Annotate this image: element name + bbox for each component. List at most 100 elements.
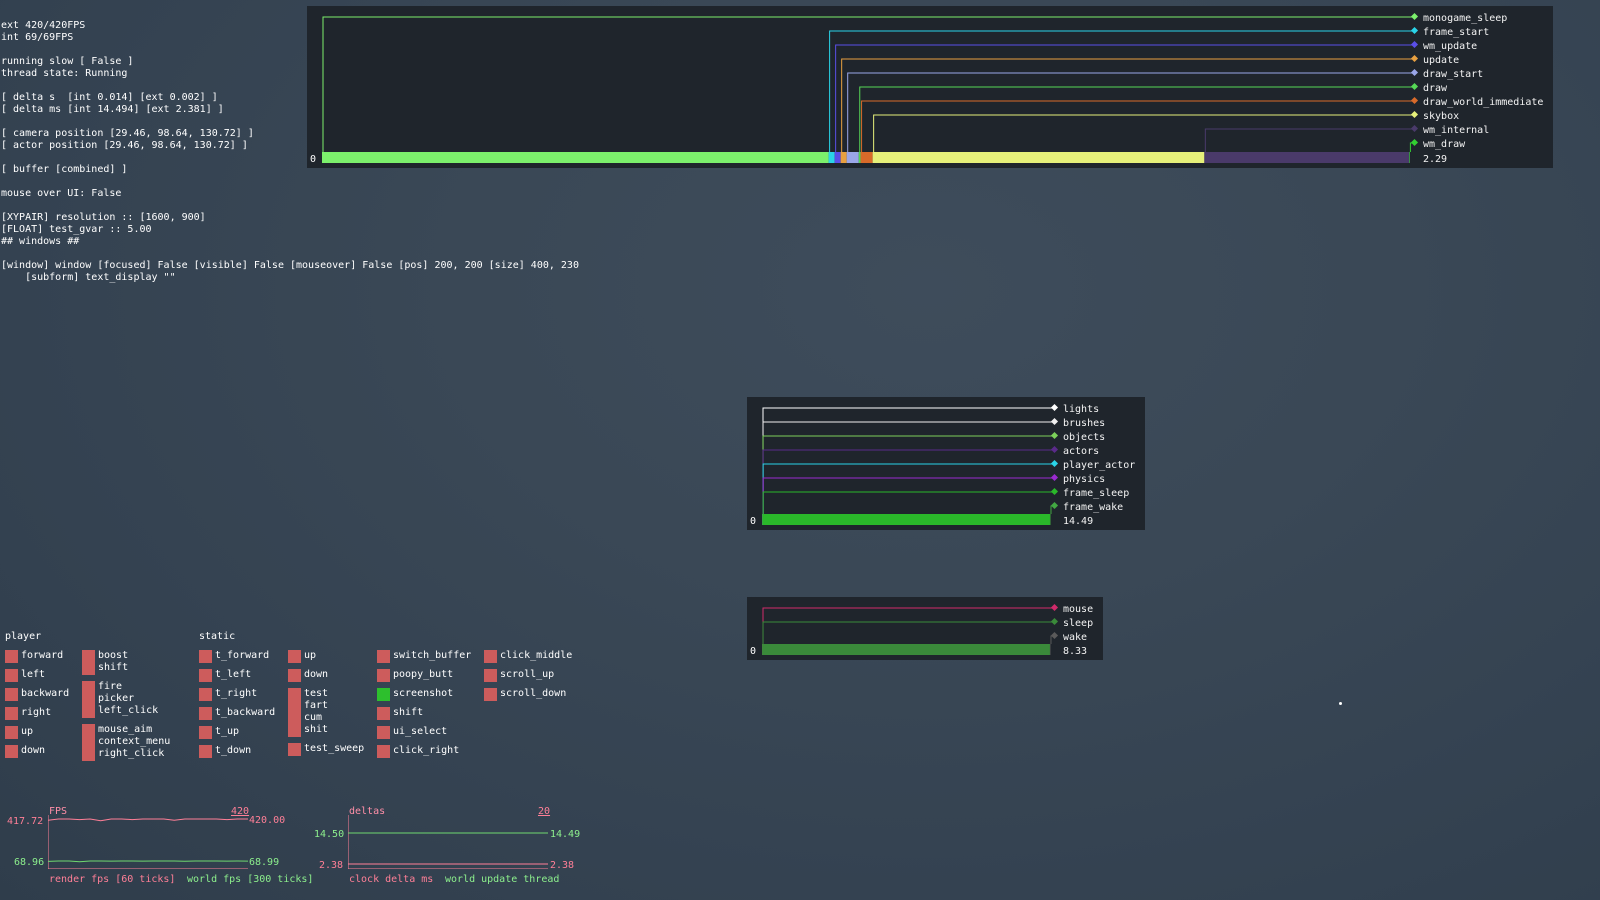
binding-state-indicator xyxy=(199,726,212,739)
legend-marker-draw_world_immediate xyxy=(1410,96,1419,105)
leader-line-frame_start xyxy=(829,30,1415,152)
binding-t_forward: t_forward xyxy=(199,650,269,663)
deltas-graph-top-right: 14.49 xyxy=(550,829,581,840)
binding-state-indicator xyxy=(199,669,212,682)
leader-line-frame_sleep xyxy=(762,491,1055,514)
binding-state-indicator xyxy=(288,669,301,682)
legend-label-wake: wake xyxy=(1063,632,1087,643)
total-label: 14.49 xyxy=(1063,516,1093,527)
binding-state-indicator xyxy=(484,669,497,682)
binding-label: down xyxy=(304,669,329,680)
legend-label-frame_start: frame_start xyxy=(1423,27,1489,38)
deltas-graph-bottom-left: 2.38 xyxy=(319,860,344,871)
leader-line-objects xyxy=(762,435,1055,514)
legend-label-actors: actors xyxy=(1063,446,1099,457)
input-profiler-graph: 0 mouse sleep wake 8.33 xyxy=(750,603,1093,657)
binding-state-indicator xyxy=(82,650,95,675)
binding-state-indicator xyxy=(377,707,390,720)
legend-marker-mouse xyxy=(1050,603,1059,612)
frame-profiler-panel: 0 monogame_sleep frame_start wm_update updat… xyxy=(307,6,1553,168)
deltas-axis xyxy=(348,815,548,869)
legend-label-draw_world_immediate: draw_world_immediate xyxy=(1423,97,1543,108)
binding-boost: boost shift xyxy=(82,650,128,675)
leader-line-lights xyxy=(762,407,1055,514)
static-section-title: static xyxy=(199,631,236,642)
leader-line-mouse xyxy=(762,607,1055,644)
legend-label-frame_wake: frame_wake xyxy=(1063,502,1123,513)
fps-legend-world: world fps [300 ticks] xyxy=(187,874,314,885)
render-fps-line xyxy=(48,818,248,822)
binding-state-indicator xyxy=(199,688,212,701)
bar-segment-wm_update xyxy=(834,152,841,163)
mouse-cursor xyxy=(1339,702,1342,705)
binding-label: right xyxy=(21,707,52,718)
legend-marker-update xyxy=(1410,54,1419,63)
legend-label-wm_update: wm_update xyxy=(1423,41,1477,52)
debug-line xyxy=(1,248,579,260)
legend-label-sleep: sleep xyxy=(1063,618,1093,629)
legend-marker-draw_start xyxy=(1410,68,1419,77)
binding-label: forward xyxy=(21,650,64,661)
zero-label: 0 xyxy=(310,154,316,165)
legend-marker-frame_sleep xyxy=(1050,487,1059,496)
binding-down: down xyxy=(288,669,328,682)
player-section-title: player xyxy=(5,631,42,642)
debug-line: [window] window [focused] False [visible… xyxy=(1,260,579,271)
legend-label-draw_start: draw_start xyxy=(1423,69,1483,80)
debug-line xyxy=(1,200,579,212)
binding-state-indicator xyxy=(288,743,301,756)
leader-line-draw xyxy=(859,86,1415,152)
legend-label-wm_internal: wm_internal xyxy=(1423,125,1489,136)
legend-marker-wake xyxy=(1050,631,1059,640)
total-label: 2.29 xyxy=(1423,154,1447,165)
binding-state-indicator xyxy=(377,688,390,701)
binding-state-indicator xyxy=(5,688,18,701)
binding-right: right xyxy=(5,707,51,720)
binding-state-indicator xyxy=(377,669,390,682)
binding-label: click_right xyxy=(393,745,460,756)
debug-line: [XYPAIR] resolution :: [1600, 900] xyxy=(1,212,206,223)
fps-graph-top-right: 420.00 xyxy=(249,815,286,826)
binding-label: t_right xyxy=(215,688,258,699)
binding-left: left xyxy=(5,669,45,682)
binding-state-indicator xyxy=(377,726,390,739)
binding-state-indicator xyxy=(199,707,212,720)
bar-segment-skybox xyxy=(872,152,1205,163)
binding-switch_buffer: switch_buffer xyxy=(377,650,471,663)
binding-click_middle: click_middle xyxy=(484,650,572,663)
leader-line-draw_world_immediate xyxy=(861,100,1415,152)
legend-label-objects: objects xyxy=(1063,432,1105,443)
binding-t_up: t_up xyxy=(199,726,239,739)
binding-state-indicator xyxy=(288,688,301,737)
legend-marker-frame_wake xyxy=(1050,501,1059,510)
leader-line-wm_internal xyxy=(1204,128,1415,152)
binding-label: boost shift xyxy=(98,650,129,673)
binding-label: shift xyxy=(393,707,424,718)
binding-poopy_butt: poopy_butt xyxy=(377,669,453,682)
leader-line-wm_update xyxy=(835,44,1415,152)
fps-legend-render: render fps [60 ticks] xyxy=(49,874,176,885)
leader-line-actors xyxy=(762,449,1055,514)
binding-shift: shift xyxy=(377,707,423,720)
fps-graph-bottom-right: 68.99 xyxy=(249,857,280,868)
deltas-legend-clock: clock delta ms xyxy=(349,874,434,885)
binding-label: fire picker left_click xyxy=(98,681,159,716)
fps-graph-top-left: 417.72 xyxy=(7,816,44,827)
bar-segment-update xyxy=(840,152,847,163)
binding-state-indicator xyxy=(5,726,18,739)
legend-marker-skybox xyxy=(1410,110,1419,119)
legend-marker-brushes xyxy=(1050,417,1059,426)
bar-segment-wm_draw xyxy=(1409,152,1410,163)
binding-state-indicator xyxy=(377,745,390,758)
binding-backward: backward xyxy=(5,688,69,701)
legend-marker-actors xyxy=(1050,445,1059,454)
debug-line xyxy=(1,176,579,188)
binding-up: up xyxy=(288,650,316,663)
binding-state-indicator xyxy=(5,669,18,682)
binding-label: t_down xyxy=(215,745,252,756)
binding-label: down xyxy=(21,745,46,756)
binding-state-indicator xyxy=(288,650,301,663)
binding-forward: forward xyxy=(5,650,63,663)
binding-state-indicator xyxy=(484,650,497,663)
binding-state-indicator xyxy=(199,650,212,663)
